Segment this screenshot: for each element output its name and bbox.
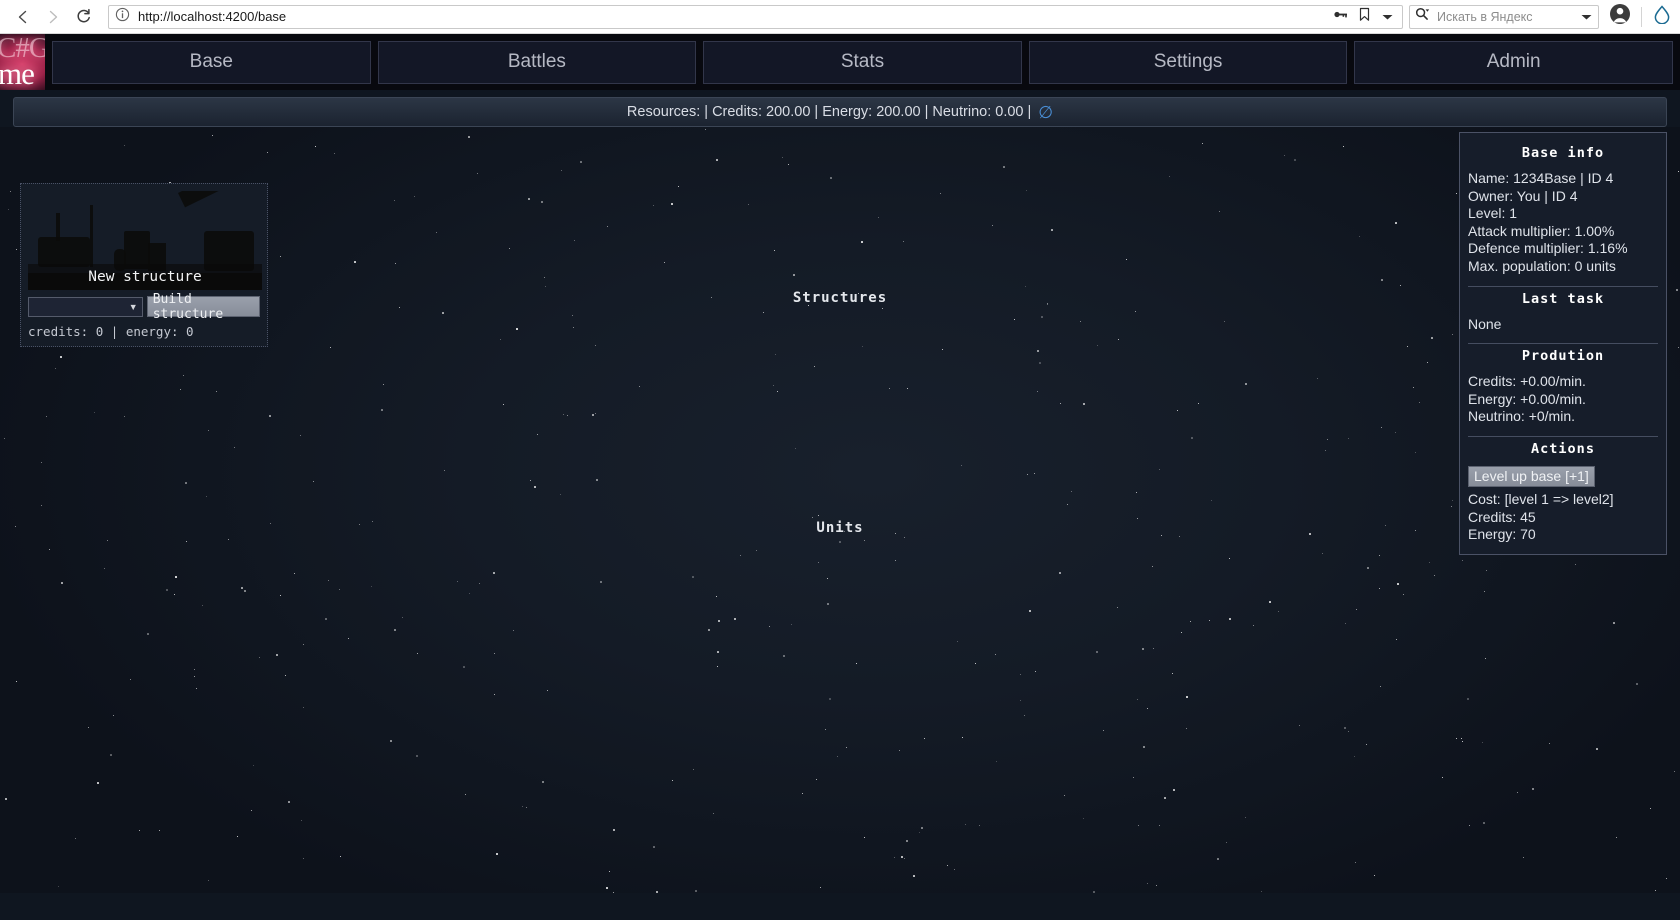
levelup-cost-credits: Credits: 45 xyxy=(1468,508,1536,525)
nav-tab-admin[interactable]: Admin xyxy=(1354,40,1673,84)
structure-type-select[interactable]: ▼ xyxy=(28,296,143,317)
forward-arrow-icon[interactable] xyxy=(38,2,68,32)
base-info-name: Name: 1234Base | ID 4 xyxy=(1468,170,1614,186)
bookmark-icon[interactable] xyxy=(1358,7,1371,27)
app-navbar: C#Ga me Base Battles Stats Settings Admi… xyxy=(0,34,1680,90)
panel-divider xyxy=(1468,343,1658,345)
resource-bar: Resources: | Credits: 200.00 | Energy: 2… xyxy=(13,97,1667,127)
reload-icon[interactable] xyxy=(68,2,98,32)
production-credits: Credits: +0.00/min. xyxy=(1468,373,1586,390)
levelup-cost-header: Cost: [level 1 => level2] xyxy=(1468,490,1614,507)
nav-tab-stats[interactable]: Stats xyxy=(703,40,1022,84)
search-icon xyxy=(1415,7,1431,26)
level-up-base-button[interactable]: Level up base [+1] xyxy=(1468,465,1595,487)
structure-controls: ▼ Build structure xyxy=(28,292,260,322)
nav-tab-base[interactable]: Base xyxy=(52,40,371,84)
search-input[interactable]: Искать в Яндекс xyxy=(1409,4,1599,29)
production-energy: Energy: +0.00/min. xyxy=(1468,390,1586,407)
search-placeholder: Искать в Яндекс xyxy=(1437,9,1533,24)
base-info-attack-multiplier: Attack multiplier: 1.00% xyxy=(1468,222,1615,239)
panel-divider xyxy=(1468,435,1658,437)
url-text: http://localhost:4200/base xyxy=(138,9,287,24)
structure-cost-text: credits: 0 | energy: 0 xyxy=(28,324,194,339)
panel-divider xyxy=(1468,285,1658,287)
resource-text: Resources: | Credits: 200.00 | Energy: 2… xyxy=(626,104,1032,120)
actions-title: Actions xyxy=(1531,440,1595,457)
info-circle-icon[interactable] xyxy=(115,7,130,27)
app-logo-text: C#Ga me xyxy=(0,34,45,90)
chevron-down-icon[interactable] xyxy=(1381,8,1394,26)
base-info-panel: Base info Name: 1234Base | ID 4 Owner: Y… xyxy=(1459,132,1667,555)
game-area: Structures Units New structure ▼ Build s… xyxy=(0,127,1680,893)
nav-tab-settings[interactable]: Settings xyxy=(1028,40,1348,84)
production-neutrino: Neutrino: +0/min. xyxy=(1468,408,1575,425)
neutrino-icon[interactable]: ∅ xyxy=(1038,104,1053,121)
yandex-brand-icon[interactable] xyxy=(1652,4,1672,29)
levelup-cost-energy: Energy: 70 xyxy=(1468,526,1536,543)
app-logo[interactable]: C#Ga me xyxy=(0,34,45,90)
base-info-max-population: Max. population: 0 units xyxy=(1468,257,1616,274)
profile-area xyxy=(1609,3,1672,30)
password-key-icon[interactable] xyxy=(1333,8,1348,26)
units-heading: Units xyxy=(816,520,864,536)
user-avatar-icon[interactable] xyxy=(1609,3,1631,30)
base-info-defence-multiplier: Defence multiplier: 1.16% xyxy=(1468,240,1628,257)
base-info-owner: Owner: You | ID 4 xyxy=(1468,187,1578,204)
build-structure-button[interactable]: Build structure xyxy=(146,292,260,322)
nav-tab-battles[interactable]: Battles xyxy=(377,40,697,84)
last-task-value: None xyxy=(1468,315,1502,332)
address-bar[interactable]: http://localhost:4200/base xyxy=(108,4,1403,29)
structure-thumbnail[interactable]: New structure xyxy=(28,191,262,290)
chevron-down-icon[interactable] xyxy=(1580,8,1593,26)
browser-toolbar: http://localhost:4200/base Искать в Янде… xyxy=(0,0,1680,34)
structure-thumb-caption: New structure xyxy=(28,264,262,290)
chevron-down-icon: ▼ xyxy=(128,301,138,312)
production-title: Prodution xyxy=(1521,348,1605,365)
toolbar-divider xyxy=(1641,6,1642,27)
base-info-title: Base info xyxy=(1521,145,1605,161)
logo-line-2: me xyxy=(0,56,35,90)
base-info-level: Level: 1 xyxy=(1468,205,1518,222)
back-arrow-icon[interactable] xyxy=(8,2,38,32)
structure-card: New structure ▼ Build structure credits:… xyxy=(20,183,268,347)
last-task-title: Last task xyxy=(1521,290,1605,307)
